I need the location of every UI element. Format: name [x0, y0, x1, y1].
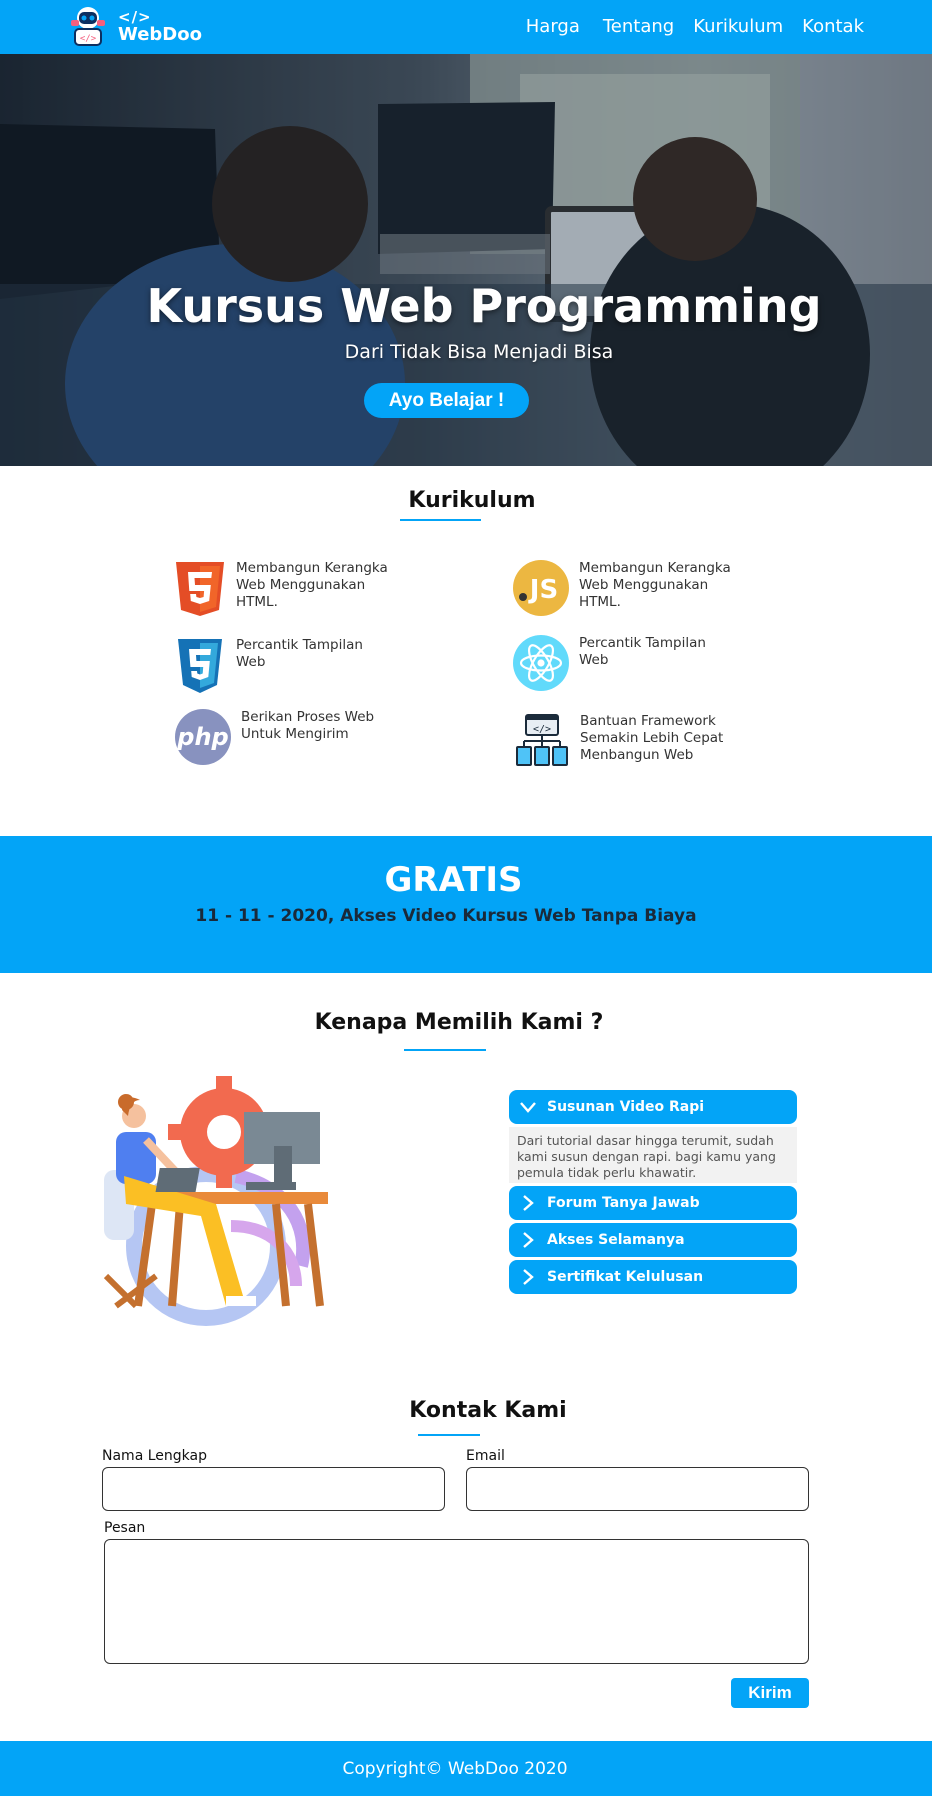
- curriculum-item: </> Bantuan Framework Semakin Lebih Cepa…: [514, 713, 740, 769]
- chevron-down-icon: [520, 1102, 536, 1113]
- nav-menu: Harga Tentang Kurikulum Kontak: [526, 16, 864, 37]
- chevron-right-icon: [523, 1232, 534, 1248]
- chevron-right-icon: [523, 1269, 534, 1285]
- svg-text:</>: </>: [80, 34, 97, 44]
- submit-button[interactable]: Kirim: [731, 1678, 809, 1708]
- email-label: Email: [466, 1448, 505, 1464]
- promo-banner: GRATIS 11 - 11 - 2020, Akses Video Kursu…: [0, 836, 932, 973]
- accordion-item-sertifikat[interactable]: Sertifikat Kelulusan: [509, 1260, 797, 1294]
- accordion-item-label: Akses Selamanya: [547, 1232, 685, 1248]
- promo-title: GRATIS: [384, 860, 523, 900]
- nav-link-kurikulum[interactable]: Kurikulum: [693, 16, 783, 37]
- nav-link-kontak[interactable]: Kontak: [802, 16, 864, 37]
- logo[interactable]: </> </> WebDoo: [68, 5, 202, 47]
- curriculum-item-text: Percantik Tampilan Web: [579, 635, 706, 668]
- nav-link-harga[interactable]: Harga: [526, 16, 580, 37]
- hero-title: Kursus Web Programming: [146, 279, 822, 333]
- hero-section: Kursus Web Programming Dari Tidak Bisa M…: [0, 54, 932, 466]
- curriculum-item: Membangun Kerangka Web Menggunakan HTML.: [172, 560, 396, 616]
- curriculum-item-text: Membangun Kerangka Web Menggunakan HTML.: [579, 560, 731, 610]
- curriculum-item: JS Membangun Kerangka Web Menggunakan HT…: [513, 560, 739, 616]
- react-icon: [513, 635, 569, 691]
- curriculum-title: Kurikulum: [408, 488, 536, 513]
- curriculum-item: Percantik Tampilan Web: [172, 637, 396, 693]
- why-title: Kenapa Memilih Kami ?: [314, 1010, 604, 1035]
- developer-illustration: [103, 1076, 328, 1326]
- accordion-item-akses[interactable]: Akses Selamanya: [509, 1223, 797, 1257]
- framework-icon: </>: [516, 714, 568, 766]
- curriculum-item-text: Percantik Tampilan Web: [236, 637, 363, 670]
- svg-text:JS: JS: [528, 575, 558, 605]
- footer: Copyright© WebDoo 2020: [0, 1741, 932, 1796]
- accordion-item-label: Susunan Video Rapi: [547, 1099, 705, 1115]
- why-underline: [404, 1049, 486, 1051]
- brand-name: WebDoo: [118, 24, 202, 45]
- contact-title: Kontak Kami: [409, 1398, 567, 1423]
- name-label: Nama Lengkap: [102, 1448, 207, 1464]
- features-accordion: Susunan Video Rapi Dari tutorial dasar h…: [509, 1090, 797, 1297]
- accordion-item-forum[interactable]: Forum Tanya Jawab: [509, 1186, 797, 1220]
- accordion-item-body: Dari tutorial dasar hingga terumit, suda…: [509, 1127, 797, 1183]
- email-input[interactable]: [466, 1467, 809, 1511]
- php-icon: php: [175, 709, 231, 765]
- curriculum-item: php Berikan Proses Web Untuk Mengirim: [175, 709, 401, 765]
- accordion-item-susunan-video[interactable]: Susunan Video Rapi: [509, 1090, 797, 1124]
- copyright-text: Copyright© WebDoo 2020: [342, 1758, 568, 1779]
- curriculum-item-text: Berikan Proses Web Untuk Mengirim: [241, 709, 375, 742]
- message-textarea[interactable]: [104, 1539, 809, 1664]
- svg-text:</>: </>: [533, 724, 551, 735]
- accordion-item-label: Forum Tanya Jawab: [547, 1195, 700, 1211]
- message-label: Pesan: [104, 1520, 146, 1536]
- name-input[interactable]: [102, 1467, 445, 1511]
- html5-icon: [176, 562, 224, 616]
- curriculum-item: Percantik Tampilan Web: [513, 635, 739, 691]
- promo-subtitle: 11 - 11 - 2020, Akses Video Kursus Web T…: [195, 906, 697, 926]
- nav-link-tentang[interactable]: Tentang: [603, 16, 674, 37]
- robot-logo-icon: </>: [71, 7, 105, 46]
- contact-underline: [418, 1434, 480, 1436]
- javascript-icon: JS: [513, 560, 569, 616]
- curriculum-item-text: Membangun Kerangka Web Menggunakan HTML.: [236, 560, 388, 610]
- hero-subtitle: Dari Tidak Bisa Menjadi Bisa: [344, 341, 614, 363]
- svg-text:php: php: [176, 723, 228, 751]
- curriculum-underline: [400, 519, 481, 521]
- curriculum-item-text: Bantuan Framework Semakin Lebih Cepat Me…: [580, 713, 724, 763]
- cta-button[interactable]: Ayo Belajar !: [364, 383, 529, 418]
- navbar: </> </> WebDoo Harga Tentang Kurikulum K…: [0, 0, 932, 54]
- css3-icon: [178, 639, 222, 693]
- accordion-item-label: Sertifikat Kelulusan: [547, 1269, 704, 1285]
- chevron-right-icon: [523, 1195, 534, 1211]
